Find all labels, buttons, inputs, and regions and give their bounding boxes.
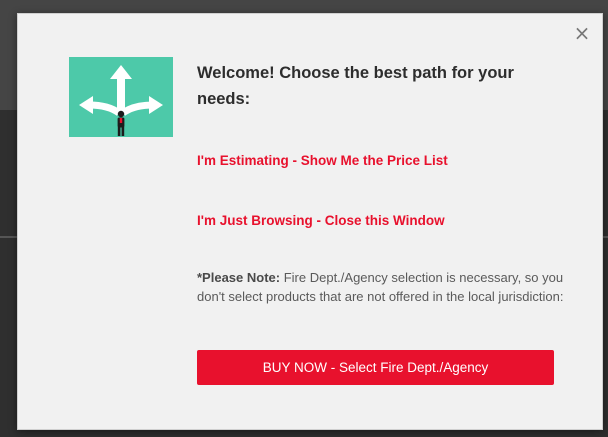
welcome-modal: × Welcome! Choose the best path for your… — [17, 13, 603, 430]
crossroads-image — [69, 57, 173, 137]
estimating-price-list-link[interactable]: I'm Estimating - Show Me the Price List — [197, 153, 448, 168]
agency-note: *Please Note: Fire Dept./Agency selectio… — [197, 268, 567, 306]
close-icon[interactable]: × — [572, 22, 592, 44]
crossroads-arrows-icon — [69, 57, 173, 137]
modal-title: Welcome! Choose the best path for your n… — [197, 64, 514, 108]
close-window-link[interactable]: I'm Just Browsing - Close this Window — [197, 213, 445, 228]
buy-now-button[interactable]: BUY NOW - Select Fire Dept./Agency — [197, 350, 554, 385]
note-label: *Please Note: — [197, 270, 281, 285]
